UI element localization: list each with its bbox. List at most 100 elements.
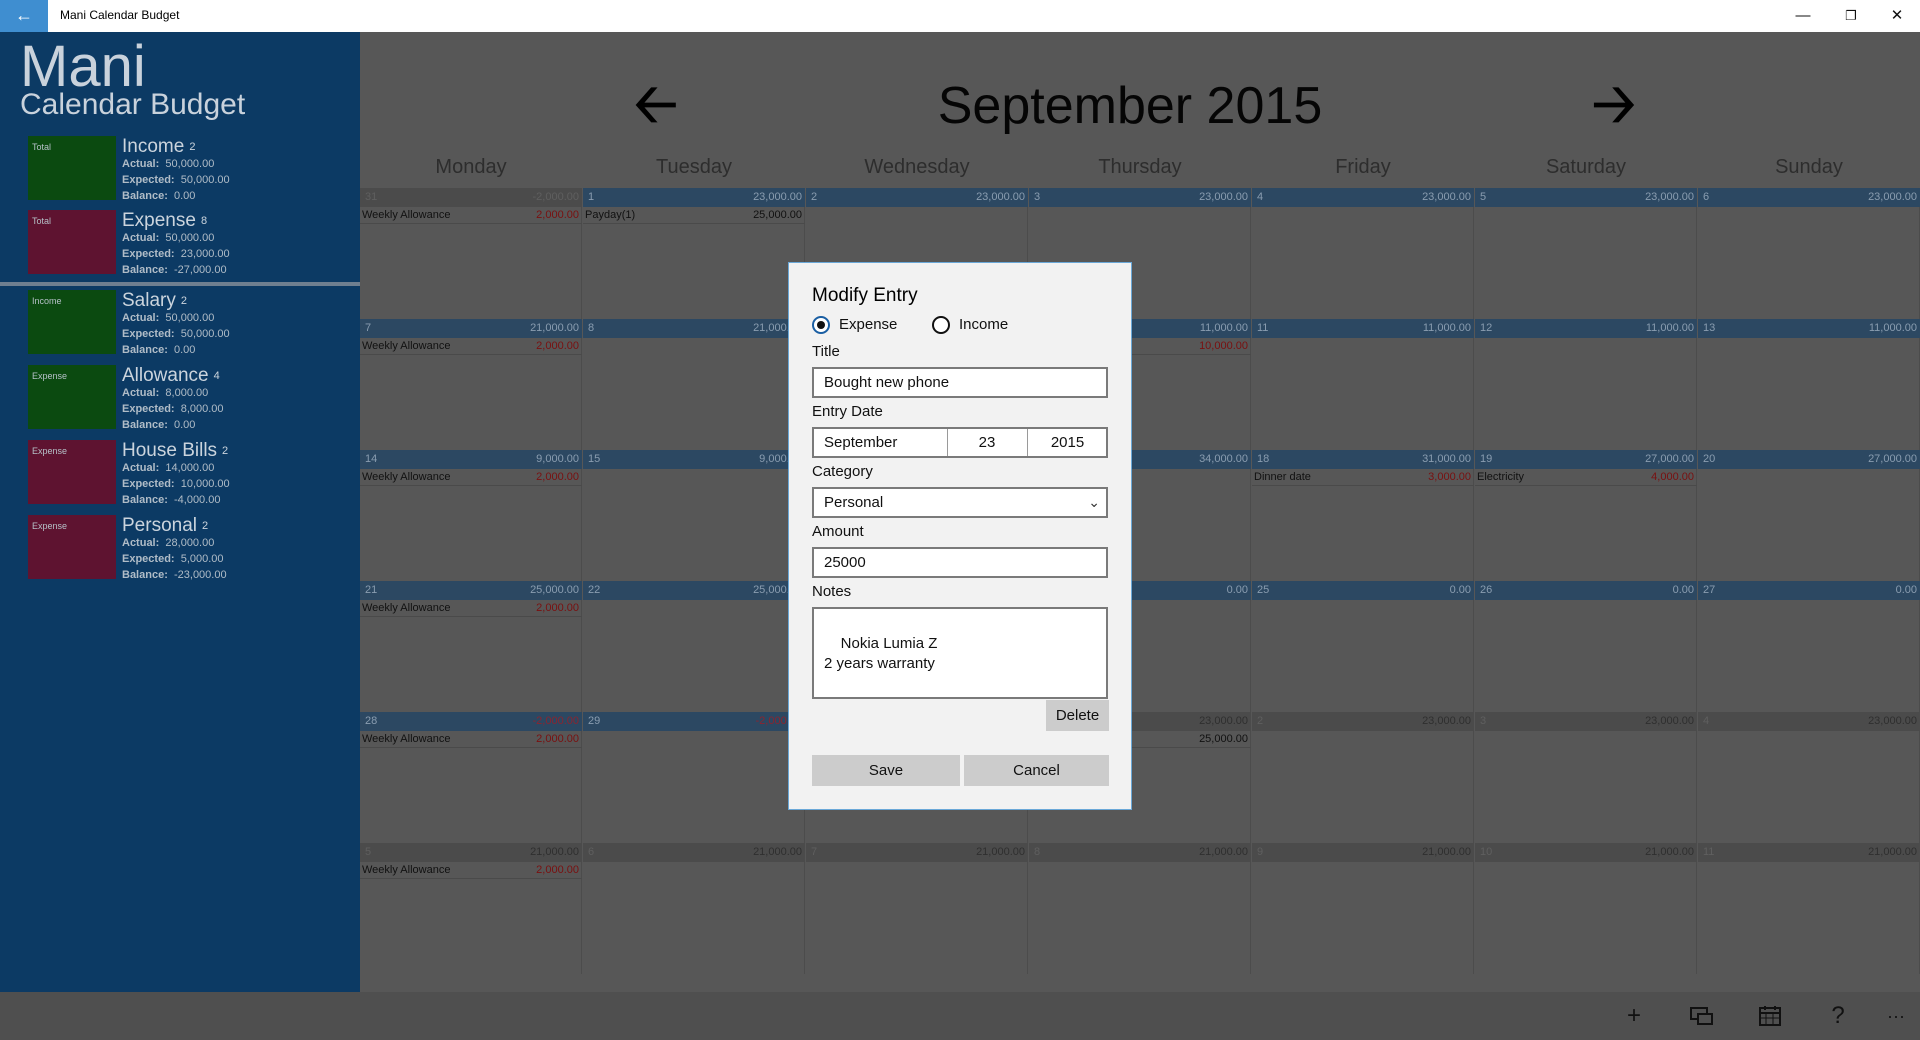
day-cell[interactable]: 4 23,000.00 (1698, 712, 1920, 843)
day-cell[interactable]: 27 0.00 (1698, 581, 1920, 712)
entry-item[interactable]: Weekly Allowance 2,000.00 (360, 731, 582, 748)
day-cell[interactable]: 21 25,000.00 Weekly Allowance 2,000.00 (360, 581, 582, 712)
day-cell[interactable]: 29 -2,000.00 (583, 712, 805, 843)
date-month[interactable]: September (824, 429, 897, 456)
day-cell[interactable]: 15 9,000.00 (583, 450, 805, 581)
expense-radio[interactable]: Expense (812, 315, 912, 335)
category-card[interactable]: Income Salary 2 Actual: 50,000.00 Expected: … (28, 290, 358, 360)
day-cell[interactable]: 22 25,000.00 (583, 581, 805, 712)
delete-button[interactable]: Delete (1046, 700, 1109, 731)
close-button[interactable]: ✕ (1874, 0, 1920, 32)
actual-label: Actual: (122, 232, 160, 244)
categories-button[interactable] (1682, 1000, 1722, 1032)
day-number: 7 (365, 322, 372, 334)
category-tile[interactable]: Expense (28, 440, 116, 504)
day-cell[interactable]: 7 21,000.00 (806, 843, 1028, 974)
title-bar: ← Mani Calendar Budget — ❐ ✕ (0, 0, 1920, 32)
entry-amount: 2,000.00 (536, 471, 579, 483)
day-cell[interactable]: 25 0.00 (1252, 581, 1474, 712)
actual-value: 8,000.00 (165, 387, 209, 399)
entry-item[interactable]: Payday(1) 25,000.00 (583, 207, 805, 224)
day-cell-header: 9 21,000.00 (1252, 843, 1474, 862)
entry-item[interactable]: Electricity 4,000.00 (1475, 469, 1697, 486)
category-actual: Actual: 14,000.00 (122, 462, 214, 474)
cancel-button[interactable]: Cancel (964, 755, 1109, 786)
restore-button[interactable]: ❐ (1828, 0, 1874, 32)
category-tile[interactable]: Total (28, 136, 116, 200)
day-cell[interactable]: 8 21,000.00 (583, 319, 805, 450)
day-cell[interactable]: 14 9,000.00 Weekly Allowance 2,000.00 (360, 450, 582, 581)
day-cell[interactable]: 13 11,000.00 (1698, 319, 1920, 450)
day-cell[interactable]: 20 27,000.00 (1698, 450, 1920, 581)
date-year[interactable]: 2015 (1027, 429, 1108, 456)
day-cell[interactable]: 1 23,000.00 Payday(1) 25,000.00 (583, 188, 805, 319)
calendar-button[interactable] (1750, 1000, 1790, 1032)
entry-item[interactable]: Weekly Allowance 2,000.00 (360, 862, 582, 879)
category-tile[interactable]: Income (28, 290, 116, 354)
income-radio[interactable]: Income (932, 315, 1032, 335)
category-name-text: Personal (122, 515, 197, 536)
more-options-button[interactable]: ··· (1876, 1000, 1916, 1032)
back-button[interactable]: ← (0, 0, 48, 32)
day-cell[interactable]: 9 21,000.00 (1252, 843, 1474, 974)
day-cell[interactable]: 7 21,000.00 Weekly Allowance 2,000.00 (360, 319, 582, 450)
next-month-button[interactable]: 🡢 (1592, 74, 1636, 134)
day-cell[interactable]: 6 23,000.00 (1698, 188, 1920, 319)
help-button[interactable]: ? (1818, 1000, 1858, 1032)
entry-item[interactable]: Weekly Allowance 2,000.00 (360, 600, 582, 617)
day-cell-header: 14 9,000.00 (360, 450, 582, 469)
day-cell[interactable]: 3 23,000.00 (1475, 712, 1697, 843)
day-cell[interactable]: 4 23,000.00 (1252, 188, 1474, 319)
category-dropdown[interactable]: Personal ⌄ (812, 487, 1108, 518)
day-cell[interactable]: 8 21,000.00 (1029, 843, 1251, 974)
day-cell[interactable]: 31 -2,000.00 Weekly Allowance 2,000.00 (360, 188, 582, 319)
expense-radio-label: Expense (839, 316, 898, 333)
day-cell[interactable]: 28 -2,000.00 Weekly Allowance 2,000.00 (360, 712, 582, 843)
entry-title: Weekly Allowance (362, 471, 451, 483)
day-cell[interactable]: 19 27,000.00 Electricity 4,000.00 (1475, 450, 1697, 581)
category-card[interactable]: Expense House Bills 2 Actual: 14,000.00 Expe… (28, 440, 358, 510)
date-day[interactable]: 23 (947, 429, 1027, 456)
balance-value: 0.00 (173, 419, 196, 431)
day-cell[interactable]: 12 11,000.00 (1475, 319, 1697, 450)
entry-item[interactable]: Weekly Allowance 2,000.00 (360, 469, 582, 486)
prev-month-button[interactable]: 🡠 (634, 74, 678, 134)
balance-value: 0.00 (173, 344, 196, 356)
entry-item[interactable]: Weekly Allowance 2,000.00 (360, 338, 582, 355)
category-tile[interactable]: Expense (28, 365, 116, 429)
day-cell[interactable]: 5 21,000.00 Weekly Allowance 2,000.00 (360, 843, 582, 974)
day-balance: 11,000.00 (1199, 322, 1248, 334)
category-name-text: Allowance (122, 365, 209, 386)
entry-date-picker[interactable]: September 23 2015 (812, 427, 1108, 458)
minimize-button[interactable]: — (1780, 0, 1826, 32)
category-card[interactable]: Total Expense 8 Actual: 50,000.00 Expected: … (28, 210, 358, 280)
day-balance: 23,000.00 (1422, 715, 1471, 727)
day-cell[interactable]: 10 21,000.00 (1475, 843, 1697, 974)
balance-value: -23,000.00 (173, 569, 227, 581)
day-cell[interactable]: 6 21,000.00 (583, 843, 805, 974)
day-cell[interactable]: 11 21,000.00 (1698, 843, 1920, 974)
add-entry-button[interactable]: + (1614, 1000, 1654, 1032)
amount-field[interactable]: 25000 (812, 547, 1108, 578)
actual-value: 28,000.00 (165, 537, 215, 549)
minimize-icon: — (1795, 7, 1811, 24)
category-tile[interactable]: Total (28, 210, 116, 274)
category-type-tag: Expense (32, 371, 68, 381)
category-card[interactable]: Expense Allowance 4 Actual: 8,000.00 Expecte… (28, 365, 358, 435)
day-balance: 21,000.00 (1645, 846, 1694, 858)
day-cell[interactable]: 11 11,000.00 (1252, 319, 1474, 450)
entry-amount: 3,000.00 (1428, 471, 1471, 483)
save-button[interactable]: Save (812, 755, 960, 786)
day-cell[interactable]: 18 31,000.00 Dinner date 3,000.00 (1252, 450, 1474, 581)
day-cell[interactable]: 2 23,000.00 (1252, 712, 1474, 843)
entry-item[interactable]: Weekly Allowance 2,000.00 (360, 207, 582, 224)
notes-field[interactable]: Nokia Lumia Z 2 years warranty (812, 607, 1108, 699)
day-cell[interactable]: 5 23,000.00 (1475, 188, 1697, 319)
title-field[interactable]: Bought new phone (812, 367, 1108, 398)
category-tile[interactable]: Expense (28, 515, 116, 579)
day-cell[interactable]: 26 0.00 (1475, 581, 1697, 712)
category-balance: Balance: -27,000.00 (122, 264, 227, 276)
entry-item[interactable]: Dinner date 3,000.00 (1252, 469, 1474, 486)
category-card[interactable]: Total Income 2 Actual: 50,000.00 Expected: 5… (28, 136, 358, 206)
category-card[interactable]: Expense Personal 2 Actual: 28,000.00 Expecte… (28, 515, 358, 585)
